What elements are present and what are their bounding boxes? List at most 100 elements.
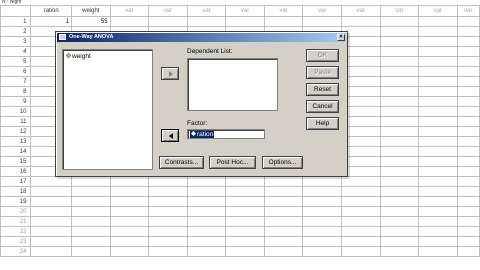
data-cell[interactable] xyxy=(30,216,73,227)
column-header-5[interactable]: var xyxy=(225,5,265,17)
data-cell[interactable] xyxy=(456,46,480,57)
data-cell[interactable] xyxy=(225,176,265,187)
data-cell[interactable] xyxy=(379,226,420,237)
data-cell[interactable] xyxy=(340,16,381,27)
close-button[interactable]: × xyxy=(337,34,345,41)
data-cell[interactable] xyxy=(379,36,420,47)
data-cell[interactable] xyxy=(418,16,458,27)
data-cell[interactable] xyxy=(418,146,458,157)
data-cell[interactable] xyxy=(263,196,304,207)
row-number[interactable]: 10 xyxy=(0,106,32,117)
data-cell[interactable] xyxy=(302,226,342,237)
data-cell[interactable] xyxy=(418,116,458,127)
data-cell[interactable] xyxy=(302,16,342,27)
data-cell[interactable] xyxy=(379,126,420,137)
data-cell[interactable] xyxy=(418,66,458,77)
data-cell[interactable] xyxy=(379,166,420,177)
row-number[interactable]: 4 xyxy=(0,46,32,57)
data-cell[interactable] xyxy=(456,106,480,117)
row-number[interactable]: 8 xyxy=(0,86,32,97)
data-cell[interactable] xyxy=(109,186,150,197)
move-factor-button[interactable] xyxy=(161,129,179,142)
data-cell[interactable] xyxy=(456,146,480,157)
data-cell[interactable] xyxy=(456,166,480,177)
cancel-button[interactable]: Cancel xyxy=(306,100,339,113)
data-cell[interactable] xyxy=(418,126,458,137)
data-cell[interactable] xyxy=(30,176,73,187)
data-cell[interactable] xyxy=(263,176,304,187)
data-cell[interactable] xyxy=(186,226,227,237)
data-cell[interactable] xyxy=(186,176,227,187)
row-number[interactable]: 17 xyxy=(0,176,32,187)
data-cell[interactable] xyxy=(71,246,111,257)
data-cell[interactable] xyxy=(418,86,458,97)
data-cell[interactable] xyxy=(379,16,420,27)
data-cell[interactable] xyxy=(148,246,188,257)
data-cell[interactable] xyxy=(418,36,458,47)
data-cell[interactable] xyxy=(186,236,227,247)
data-cell[interactable] xyxy=(379,76,420,87)
data-cell[interactable] xyxy=(225,196,265,207)
options-button[interactable]: Options... xyxy=(262,156,303,169)
data-cell[interactable] xyxy=(379,156,420,167)
data-cell[interactable] xyxy=(186,216,227,227)
data-cell[interactable] xyxy=(109,236,150,247)
data-cell[interactable] xyxy=(263,236,304,247)
data-cell[interactable] xyxy=(379,186,420,197)
row-number[interactable]: 2 xyxy=(0,26,32,37)
data-cell[interactable] xyxy=(379,116,420,127)
reset-button[interactable]: Reset xyxy=(306,83,339,96)
row-number[interactable]: 23 xyxy=(0,236,32,247)
column-header-9[interactable]: var xyxy=(379,5,420,17)
data-cell[interactable]: 55 xyxy=(71,16,111,27)
data-cell[interactable] xyxy=(263,206,304,217)
data-cell[interactable] xyxy=(148,216,188,227)
post-hoc-button[interactable]: Post Hoc... xyxy=(209,156,256,169)
list-item-weight[interactable]: weight xyxy=(66,52,91,61)
data-cell[interactable] xyxy=(418,136,458,147)
data-cell[interactable] xyxy=(418,236,458,247)
data-cell[interactable] xyxy=(71,236,111,247)
data-cell[interactable] xyxy=(148,206,188,217)
data-cell[interactable] xyxy=(71,186,111,197)
data-cell[interactable] xyxy=(340,206,381,217)
data-cell[interactable] xyxy=(418,226,458,237)
data-cell[interactable] xyxy=(186,196,227,207)
data-cell[interactable] xyxy=(30,196,73,207)
data-cell[interactable] xyxy=(379,196,420,207)
data-cell[interactable] xyxy=(302,206,342,217)
ok-button[interactable]: OK xyxy=(306,49,339,62)
data-cell[interactable] xyxy=(418,76,458,87)
data-cell[interactable] xyxy=(379,46,420,57)
data-cell[interactable] xyxy=(418,46,458,57)
data-cell[interactable] xyxy=(379,86,420,97)
data-cell[interactable] xyxy=(302,176,342,187)
row-number[interactable]: 18 xyxy=(0,186,32,197)
data-cell[interactable] xyxy=(456,66,480,77)
data-cell[interactable] xyxy=(379,26,420,37)
data-cell[interactable] xyxy=(340,226,381,237)
source-variable-list[interactable]: weight xyxy=(62,49,153,170)
data-cell[interactable] xyxy=(456,96,480,107)
data-cell[interactable] xyxy=(109,226,150,237)
row-number[interactable]: 12 xyxy=(0,126,32,137)
data-cell[interactable] xyxy=(186,246,227,257)
data-cell[interactable] xyxy=(109,246,150,257)
column-header-0[interactable]: ration xyxy=(30,5,73,17)
data-cell[interactable] xyxy=(418,96,458,107)
data-cell[interactable] xyxy=(71,176,111,187)
row-number[interactable]: 7 xyxy=(0,76,32,87)
data-cell[interactable] xyxy=(456,76,480,87)
data-cell[interactable] xyxy=(225,236,265,247)
data-cell[interactable] xyxy=(148,16,188,27)
paste-button[interactable]: Paste xyxy=(306,66,339,79)
column-header-6[interactable]: var xyxy=(263,5,304,17)
data-cell[interactable] xyxy=(379,106,420,117)
data-cell[interactable] xyxy=(109,16,150,27)
data-cell[interactable] xyxy=(30,186,73,197)
data-cell[interactable] xyxy=(109,196,150,207)
factor-field[interactable]: ration xyxy=(187,129,265,139)
data-cell[interactable] xyxy=(71,216,111,227)
data-cell[interactable] xyxy=(302,196,342,207)
data-cell[interactable] xyxy=(263,16,304,27)
